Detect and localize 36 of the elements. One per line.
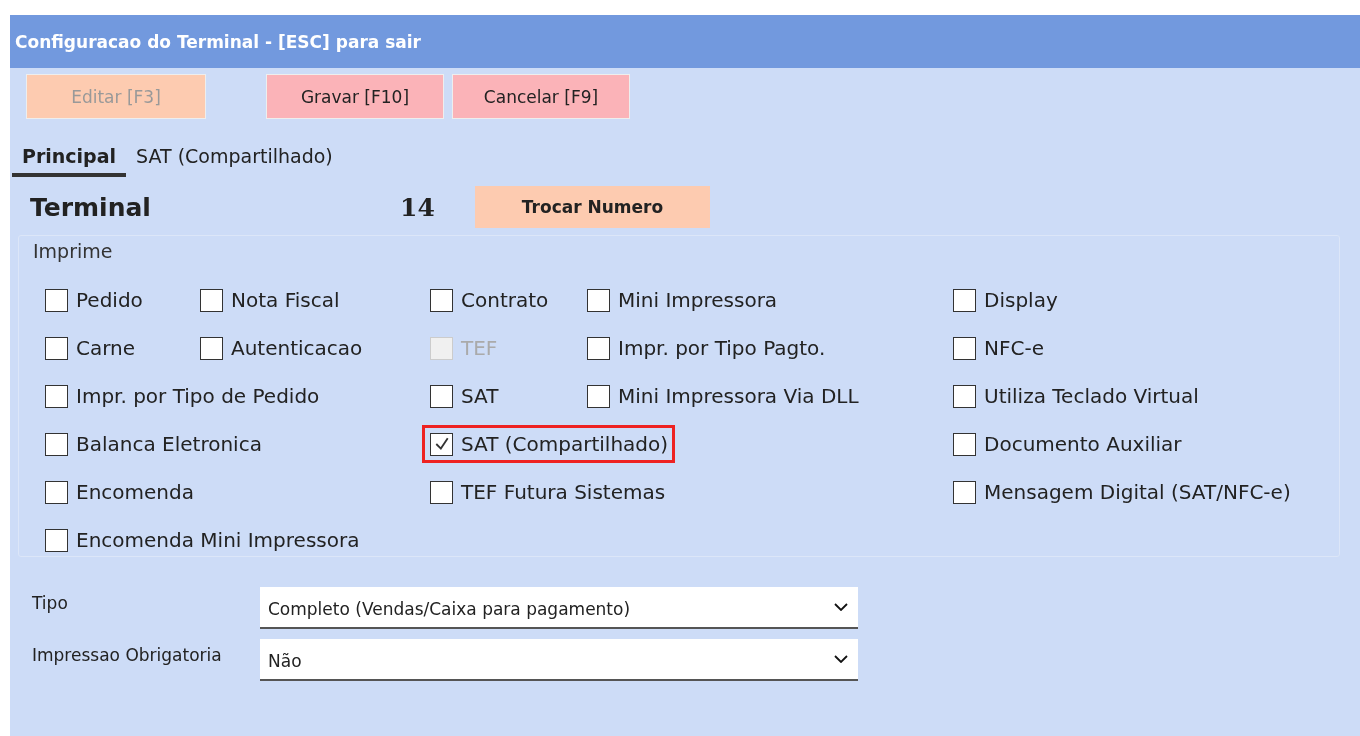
checkbox-option[interactable]: Encomenda Mini Impressora bbox=[45, 516, 360, 564]
checkbox-option[interactable]: SAT bbox=[430, 372, 499, 420]
window-title: Configuracao do Terminal - [ESC] para sair bbox=[15, 31, 421, 52]
checkbox-option[interactable]: Impr. por Tipo de Pedido bbox=[45, 372, 320, 420]
tab[interactable]: Principal bbox=[12, 145, 127, 177]
checkbox-option[interactable]: Mini Impressora Via DLL bbox=[587, 372, 859, 420]
checkbox-option[interactable]: Autenticacao bbox=[200, 324, 363, 372]
checkbox-option[interactable]: Documento Auxiliar bbox=[953, 420, 1182, 468]
terminal-number: 14 bbox=[400, 192, 436, 222]
checkbox-option[interactable]: Pedido bbox=[45, 276, 143, 324]
checkbox-option[interactable]: NFC-e bbox=[953, 324, 1044, 372]
checkbox-option[interactable]: Mensagem Digital (SAT/NFC-e) bbox=[953, 468, 1291, 516]
checkbox-option[interactable]: Carne bbox=[45, 324, 136, 372]
checkbox-option[interactable]: Impr. por Tipo Pagto. bbox=[587, 324, 826, 372]
chevron-down-icon bbox=[834, 603, 848, 611]
field-label: Impressao Obrigatoria bbox=[32, 644, 223, 665]
check-icon bbox=[433, 436, 450, 452]
checkbox-option[interactable]: Display bbox=[953, 276, 1058, 324]
tab[interactable]: SAT (Compartilhado) bbox=[126, 145, 343, 177]
group-legend: Imprime bbox=[33, 240, 113, 262]
checkbox-option[interactable]: Contrato bbox=[430, 276, 549, 324]
dropdown-field[interactable]: Não bbox=[260, 639, 858, 681]
checkbox-option[interactable]: SAT (Compartilhado) bbox=[422, 425, 676, 463]
change-number-button[interactable]: Trocar Numero bbox=[475, 186, 710, 228]
save-button[interactable]: Gravar [F10] bbox=[266, 74, 444, 119]
cancel-button[interactable]: Cancelar [F9] bbox=[452, 74, 630, 119]
field-label: Tipo bbox=[32, 592, 69, 613]
dropdown-field[interactable]: Completo (Vendas/Caixa para pagamento) bbox=[260, 587, 858, 629]
terminal-label: Terminal bbox=[30, 192, 152, 222]
checkbox-option[interactable]: Encomenda bbox=[45, 468, 194, 516]
checkbox-option[interactable]: Mini Impressora bbox=[587, 276, 778, 324]
checkbox-option[interactable]: TEF Futura Sistemas bbox=[430, 468, 666, 516]
checkbox-option[interactable]: Balanca Eletronica bbox=[45, 420, 262, 468]
checkbox-option[interactable]: Nota Fiscal bbox=[200, 276, 340, 324]
chevron-down-icon bbox=[834, 655, 848, 663]
checkbox-option[interactable]: Utiliza Teclado Virtual bbox=[953, 372, 1199, 420]
